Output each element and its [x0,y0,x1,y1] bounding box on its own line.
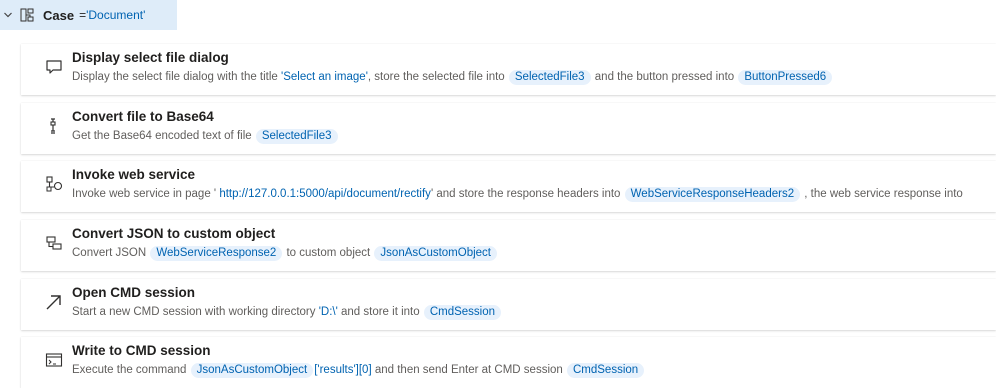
description-text: Get the Base64 encoded text of file [72,130,255,142]
action-title: Display select file dialog [72,50,229,65]
action-title: Write to CMD session [72,343,211,358]
action-convert-file-to-base64[interactable]: Convert file to Base64 Get the Base64 en… [21,103,996,154]
convert-file-icon [45,117,63,135]
string-literal: ['results'][0] [314,364,372,376]
action-description: Convert JSON WebServiceResponse2 to cust… [72,245,498,261]
action-title: Convert file to Base64 [72,109,214,124]
action-title: Convert JSON to custom object [72,226,276,241]
action-title: Open CMD session [72,285,196,300]
variable-chip[interactable]: WebServiceResponse2 [150,246,283,261]
string-literal: 'D:\' [318,306,338,318]
action-write-to-cmd-session[interactable]: Write to CMD session Execute the command… [21,337,996,388]
description-text: and the button pressed into [591,71,738,83]
description-text: to custom object [283,247,374,259]
variable-chip[interactable]: CmdSession [566,363,645,378]
variable-chip[interactable]: ButtonPressed6 [738,70,833,85]
dialog-icon [45,58,63,76]
action-invoke-web-service[interactable]: Invoke web service Invoke web service in… [21,161,996,212]
json-object-icon [45,234,63,252]
action-title: Invoke web service [72,167,196,182]
case-equals: = [79,8,87,22]
variable-chip[interactable]: WebServiceResponseHeaders2 [624,187,801,202]
description-text: and store it into [337,306,423,318]
action-open-cmd-session[interactable]: Open CMD session Start a new CMD session… [21,279,996,330]
case-keyword: Case [43,7,75,23]
open-arrow-icon [45,293,63,311]
description-text: and then send Enter at CMD session [371,364,566,376]
string-literal: 'Select an image' [281,71,368,83]
web-service-icon [45,175,63,193]
description-text: Start a new CMD session with working dir… [72,306,319,318]
description-text: ' and store the response headers into [430,188,624,200]
description-text: , store the selected file into [367,71,508,83]
description-text: Convert JSON [72,247,150,259]
variable-chip[interactable]: SelectedFile3 [508,70,591,85]
description-text: Display the select file dialog with the … [72,71,282,83]
description-text: Invoke web service in page ' [72,188,220,200]
action-description: Invoke web service in page ' http://127.… [72,186,963,202]
variable-chip[interactable]: SelectedFile3 [255,129,338,144]
action-description: Display the select file dialog with the … [72,69,833,85]
variable-chip[interactable]: CmdSession [423,305,502,320]
action-description: Get the Base64 encoded text of file Sele… [72,128,339,144]
action-convert-json-to-custom-object[interactable]: Convert JSON to custom object Convert JS… [21,220,996,271]
action-description: Start a new CMD session with working dir… [72,304,502,320]
action-display-select-file-dialog[interactable]: Display select file dialog Display the s… [21,44,996,95]
case-header[interactable]: Case = 'Document' [0,0,177,30]
string-literal: http://127.0.0.1:5000/api/document/recti… [219,188,431,200]
case-icon [20,8,34,22]
case-value: 'Document' [86,8,146,22]
variable-chip[interactable]: JsonAsCustomObject [190,363,314,378]
action-description: Execute the command JsonAsCustomObject ['… [72,362,645,378]
variable-chip[interactable]: JsonAsCustomObject [374,246,497,261]
description-text: , the web service response into [801,188,963,200]
chevron-down-icon[interactable] [3,10,13,20]
cmd-window-icon [45,351,63,369]
description-text: Execute the command [72,364,190,376]
